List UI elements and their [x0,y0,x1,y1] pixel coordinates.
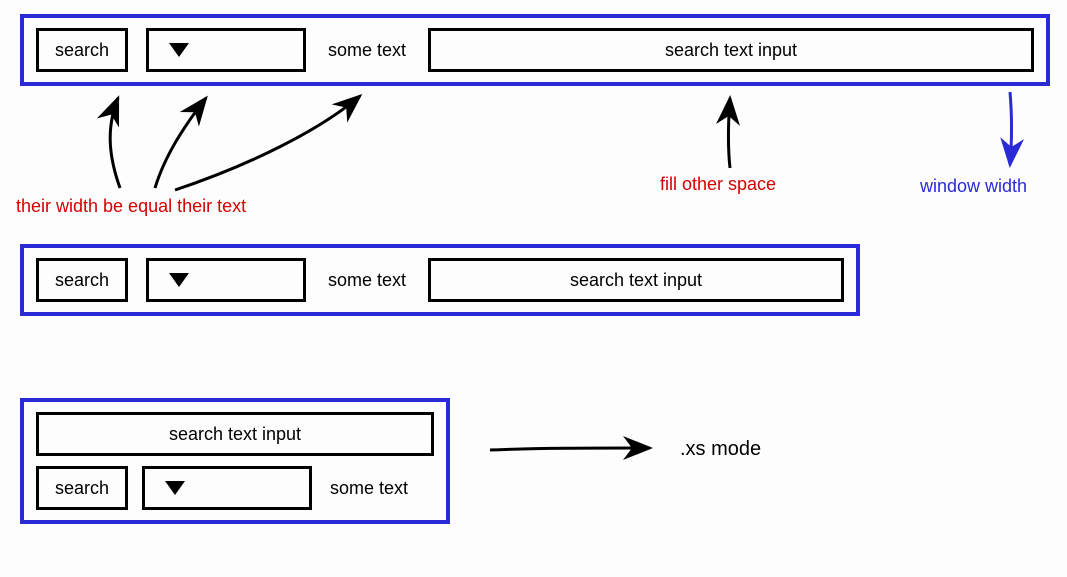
dropdown[interactable] [146,258,306,302]
search-button[interactable]: search [36,466,128,510]
diagram-canvas: search some text search text input searc… [0,0,1067,577]
search-input[interactable]: search text input [428,258,844,302]
chevron-down-icon [165,481,185,495]
search-input-label: search text input [169,424,301,445]
static-text-label: some text [328,270,406,290]
annotation-fill-space: fill other space [660,174,776,195]
search-button[interactable]: search [36,28,128,72]
chevron-down-icon [169,43,189,57]
static-text: some text [326,478,412,499]
search-input[interactable]: search text input [428,28,1034,72]
search-input-label: search text input [665,40,797,61]
layout-bar-medium: search some text search text input [20,244,860,316]
search-button-label: search [55,40,109,61]
layout-bar-xs: search text input search some text [20,398,450,524]
search-input-label: search text input [570,270,702,291]
static-text: some text [324,40,410,61]
layout-bar-large: search some text search text input [20,14,1050,86]
chevron-down-icon [169,273,189,287]
dropdown[interactable] [142,466,312,510]
static-text-label: some text [330,478,408,498]
search-input[interactable]: search text input [36,412,434,456]
dropdown[interactable] [146,28,306,72]
search-button[interactable]: search [36,258,128,302]
annotation-width-equal-text: their width be equal their text [16,196,246,217]
annotation-window-width: window width [920,176,1027,197]
static-text-label: some text [328,40,406,60]
search-button-label: search [55,478,109,499]
static-text: some text [324,270,410,291]
annotation-xs-mode: .xs mode [680,438,761,461]
search-button-label: search [55,270,109,291]
